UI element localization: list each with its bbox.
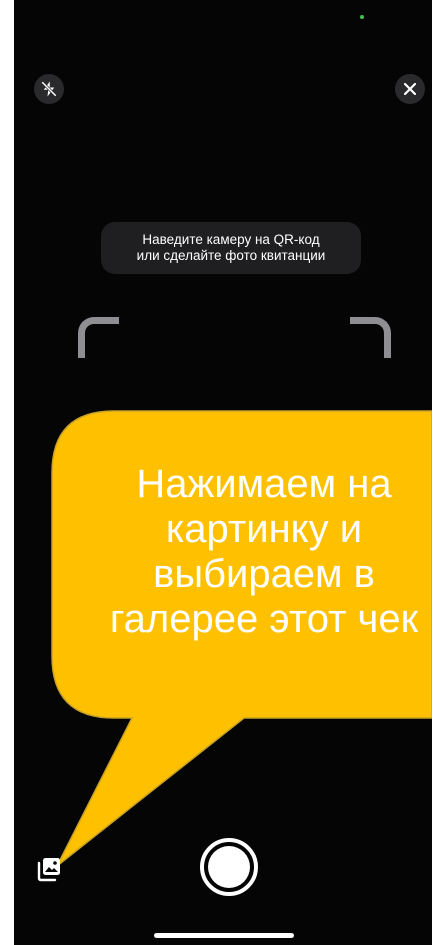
callout-line4: галерее этот чек <box>109 597 419 641</box>
home-indicator[interactable] <box>154 933 294 938</box>
gallery-button[interactable] <box>36 856 62 882</box>
shutter-button[interactable] <box>200 838 258 896</box>
camera-screen: Наведите камеру на QR-код или сделайте ф… <box>14 0 432 945</box>
shutter-button-inner <box>208 846 250 888</box>
callout-text: Нажимаем на картинку и выбираем в галере… <box>54 462 432 642</box>
callout-line2: картинку и <box>165 507 363 551</box>
gallery-icon <box>37 858 60 882</box>
callout-line1: Нажимаем на <box>136 462 392 506</box>
callout-line3: выбираем в <box>153 552 375 596</box>
